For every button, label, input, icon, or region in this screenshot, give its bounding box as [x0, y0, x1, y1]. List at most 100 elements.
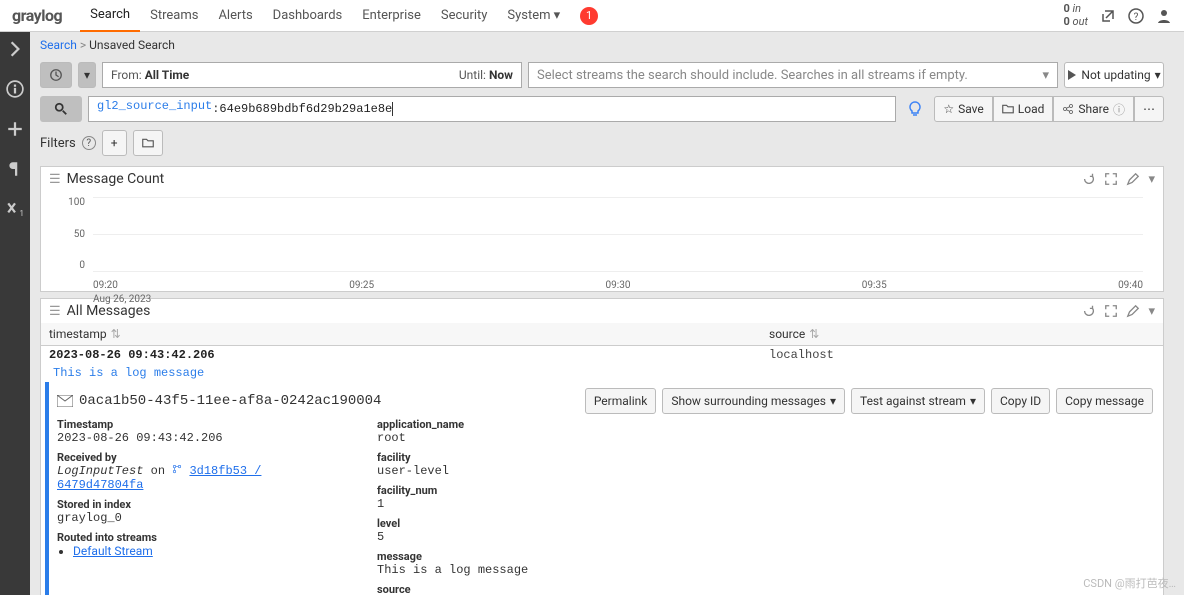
replay-icon[interactable]	[1082, 304, 1096, 319]
svg-text:1: 1	[20, 209, 24, 218]
nav-enterprise[interactable]: Enterprise	[352, 0, 431, 32]
detail-grid: Timestamp 2023-08-26 09:43:42.206 Receiv…	[57, 418, 1153, 595]
nav-search[interactable]: Search	[80, 0, 140, 32]
run-button[interactable]: Not updating ▾	[1064, 62, 1164, 88]
x-tick: 09:40	[1118, 280, 1143, 291]
svg-text:?: ?	[1134, 12, 1139, 23]
query-input[interactable]: gl2_source_input:64e9b689bdbf6d29b29a1e8…	[88, 96, 896, 122]
nav-system-label: System	[507, 8, 550, 23]
field-key: message	[377, 550, 1153, 563]
clock-icon	[49, 68, 63, 82]
replay-icon[interactable]	[1082, 172, 1096, 187]
field-facility: facilityuser-level	[377, 451, 1153, 478]
chart-area: 100 50 0 09:20 09:25 09:30 09:35 09:40 A…	[41, 191, 1163, 291]
detail-actions: Permalink Show surrounding messages ▾ Te…	[585, 388, 1153, 414]
lightbulb-icon[interactable]	[902, 96, 928, 122]
surrounding-button[interactable]: Show surrounding messages ▾	[662, 388, 845, 414]
th-source-label: source	[769, 327, 805, 341]
field-received-by: Received by LogInputTest on 3d18fb53 / 6…	[57, 451, 317, 492]
add-filter-button[interactable]: +	[102, 130, 127, 156]
breadcrumb-root[interactable]: Search	[40, 38, 77, 52]
expand-icon[interactable]	[1104, 172, 1118, 187]
help-icon[interactable]: ?	[1128, 8, 1144, 24]
until-value: Now	[489, 68, 513, 82]
on-label: on	[151, 464, 165, 478]
permalink-button[interactable]: Permalink	[585, 388, 657, 414]
table-header: timestamp ⇅ source ⇅	[41, 323, 1163, 346]
subscript-icon[interactable]: 1	[6, 200, 24, 218]
topbar-right: 0 in 0 out ?	[1063, 3, 1172, 27]
caret-down-icon: ▾	[1155, 68, 1161, 82]
external-link-icon[interactable]	[1100, 8, 1116, 24]
x-tick: 09:25	[349, 280, 374, 291]
copy-id-button[interactable]: Copy ID	[991, 388, 1050, 414]
filter-folder-button[interactable]	[133, 130, 163, 156]
field-key: facility_num	[377, 484, 1153, 497]
query-value: 64e9b689bdbf6d29b29a1e8e	[219, 102, 392, 116]
nav-streams[interactable]: Streams	[140, 0, 208, 32]
save-button[interactable]: ☆ Save	[934, 96, 992, 122]
chevron-down-icon[interactable]: ▾	[1148, 304, 1155, 319]
help-icon[interactable]: ?	[82, 136, 96, 150]
x-tick: 09:20	[93, 280, 118, 291]
save-label: Save	[958, 102, 984, 116]
load-button[interactable]: Load	[993, 96, 1054, 122]
from-value: All Time	[145, 68, 190, 82]
until-label: Until:	[459, 68, 486, 82]
stream-link[interactable]: Default Stream	[73, 544, 153, 558]
nav-alerts[interactable]: Alerts	[208, 0, 262, 32]
field-value: root	[377, 431, 1153, 445]
field-key: facility	[377, 451, 1153, 464]
expand-icon[interactable]	[1104, 304, 1118, 319]
edit-icon[interactable]	[1126, 304, 1140, 319]
nav-security[interactable]: Security	[431, 0, 498, 32]
field-value: user-level	[377, 464, 1153, 478]
share-label: Share	[1078, 102, 1109, 116]
chevron-right-icon[interactable]	[6, 40, 24, 58]
y-axis-ticks: 100 50 0	[49, 197, 85, 271]
notification-badge[interactable]: 1	[580, 7, 598, 25]
stream-select[interactable]: Select streams the search should include…	[528, 62, 1058, 88]
copy-message-button[interactable]: Copy message	[1056, 388, 1153, 414]
timerange-button[interactable]	[40, 62, 72, 88]
action-group: ☆ Save Load Share ⓘ ⋯	[934, 96, 1164, 122]
search-button[interactable]	[40, 96, 82, 122]
breadcrumb-leaf: Unsaved Search	[89, 38, 175, 52]
table-row-preview: This is a log message	[41, 364, 1163, 382]
nav-dashboards[interactable]: Dashboards	[263, 0, 353, 32]
load-label: Load	[1018, 102, 1045, 116]
breadcrumb: Search > Unsaved Search	[30, 32, 1174, 58]
share-button[interactable]: Share ⓘ	[1053, 96, 1134, 122]
timerange-display[interactable]: From: All Time Until: Now	[102, 62, 522, 88]
test-stream-button[interactable]: Test against stream ▾	[851, 388, 985, 414]
chevron-down-icon[interactable]: ▾	[1148, 172, 1155, 187]
folder-icon	[1002, 103, 1014, 115]
field-key: Timestamp	[57, 418, 317, 431]
folder-icon	[142, 137, 154, 149]
sort-icon: ⇅	[809, 327, 819, 341]
stream-placeholder: Select streams the search should include…	[537, 68, 968, 83]
user-icon[interactable]	[1156, 8, 1172, 24]
field-key: Stored in index	[57, 498, 317, 511]
drag-handle-icon[interactable]: ☰	[49, 172, 61, 187]
more-button[interactable]: ⋯	[1134, 96, 1164, 122]
field-key: level	[377, 517, 1153, 530]
plus-icon[interactable]	[6, 120, 24, 138]
envelope-icon	[57, 395, 73, 407]
plus-icon: +	[111, 136, 118, 150]
star-icon: ☆	[943, 102, 954, 116]
main: Search > Unsaved Search ▾ From: All Time…	[30, 32, 1174, 595]
x-tick: 09:30	[606, 280, 631, 291]
edit-icon[interactable]	[1126, 172, 1140, 187]
field-value: 1	[377, 497, 1153, 511]
th-source[interactable]: source ⇅	[761, 323, 1163, 345]
panel-header: ☰ Message Count ▾	[41, 167, 1163, 191]
nav-system[interactable]: System ▾	[497, 0, 570, 32]
th-timestamp[interactable]: timestamp ⇅	[41, 323, 761, 345]
drag-handle-icon[interactable]: ☰	[49, 304, 61, 319]
timerange-caret[interactable]: ▾	[78, 62, 96, 88]
table-row[interactable]: 2023-08-26 09:43:42.206 localhost	[41, 346, 1163, 364]
query-field: gl2_source_input	[97, 99, 212, 113]
paragraph-icon[interactable]	[6, 160, 24, 178]
info-icon[interactable]	[6, 80, 24, 98]
